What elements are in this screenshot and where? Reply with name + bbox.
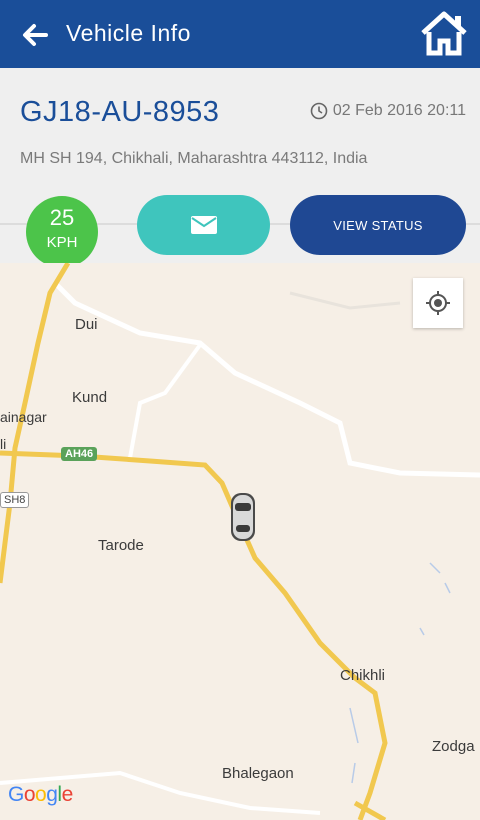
message-button[interactable] <box>137 195 270 255</box>
place-label: Tarode <box>98 537 144 554</box>
road-shield: SH8 <box>0 492 30 508</box>
vehicle-info-panel: GJ18-AU-8953 02 Feb 2016 20:11 MH SH 194… <box>0 68 480 268</box>
map-view[interactable]: Dui Kund ainagar li Tarode Chikhli Zodga… <box>0 263 480 820</box>
envelope-icon <box>190 216 217 234</box>
google-logo: Google <box>8 783 73 806</box>
car-marker-icon[interactable] <box>228 491 258 543</box>
speed-unit: KPH <box>46 234 78 251</box>
app-bar: Vehicle Info <box>0 0 480 68</box>
home-icon[interactable] <box>420 10 468 56</box>
page-title: Vehicle Info <box>66 20 191 46</box>
vehicle-plate: GJ18-AU-8953 <box>20 96 220 128</box>
my-location-button[interactable] <box>413 278 463 328</box>
speed-value: 25 <box>49 205 75 230</box>
place-label: Chikhli <box>340 667 386 684</box>
place-label: Zodga <box>432 738 475 755</box>
place-label: Bhalegaon <box>222 765 294 782</box>
clock-icon <box>310 102 328 120</box>
place-label: Dui <box>75 316 98 333</box>
place-label: ainagar <box>0 409 47 425</box>
timestamp-text: 02 Feb 2016 20:11 <box>332 102 466 119</box>
road-shield: AH46 <box>61 447 98 461</box>
speed-badge: 25 KPH <box>26 196 98 268</box>
last-update-time: 02 Feb 2016 20:11 <box>310 102 466 120</box>
place-label: Kund <box>72 389 108 406</box>
vehicle-address: MH SH 194, Chikhali, Maharashtra 443112,… <box>20 150 368 167</box>
place-label: li <box>0 436 7 452</box>
arrow-left-icon[interactable] <box>18 18 52 52</box>
view-status-button[interactable]: VIEW STATUS <box>290 195 466 255</box>
crosshair-icon <box>426 291 450 315</box>
